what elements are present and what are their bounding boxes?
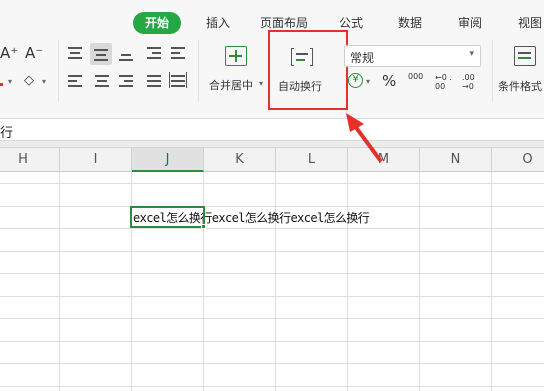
annotation-arrow: [346, 113, 382, 162]
